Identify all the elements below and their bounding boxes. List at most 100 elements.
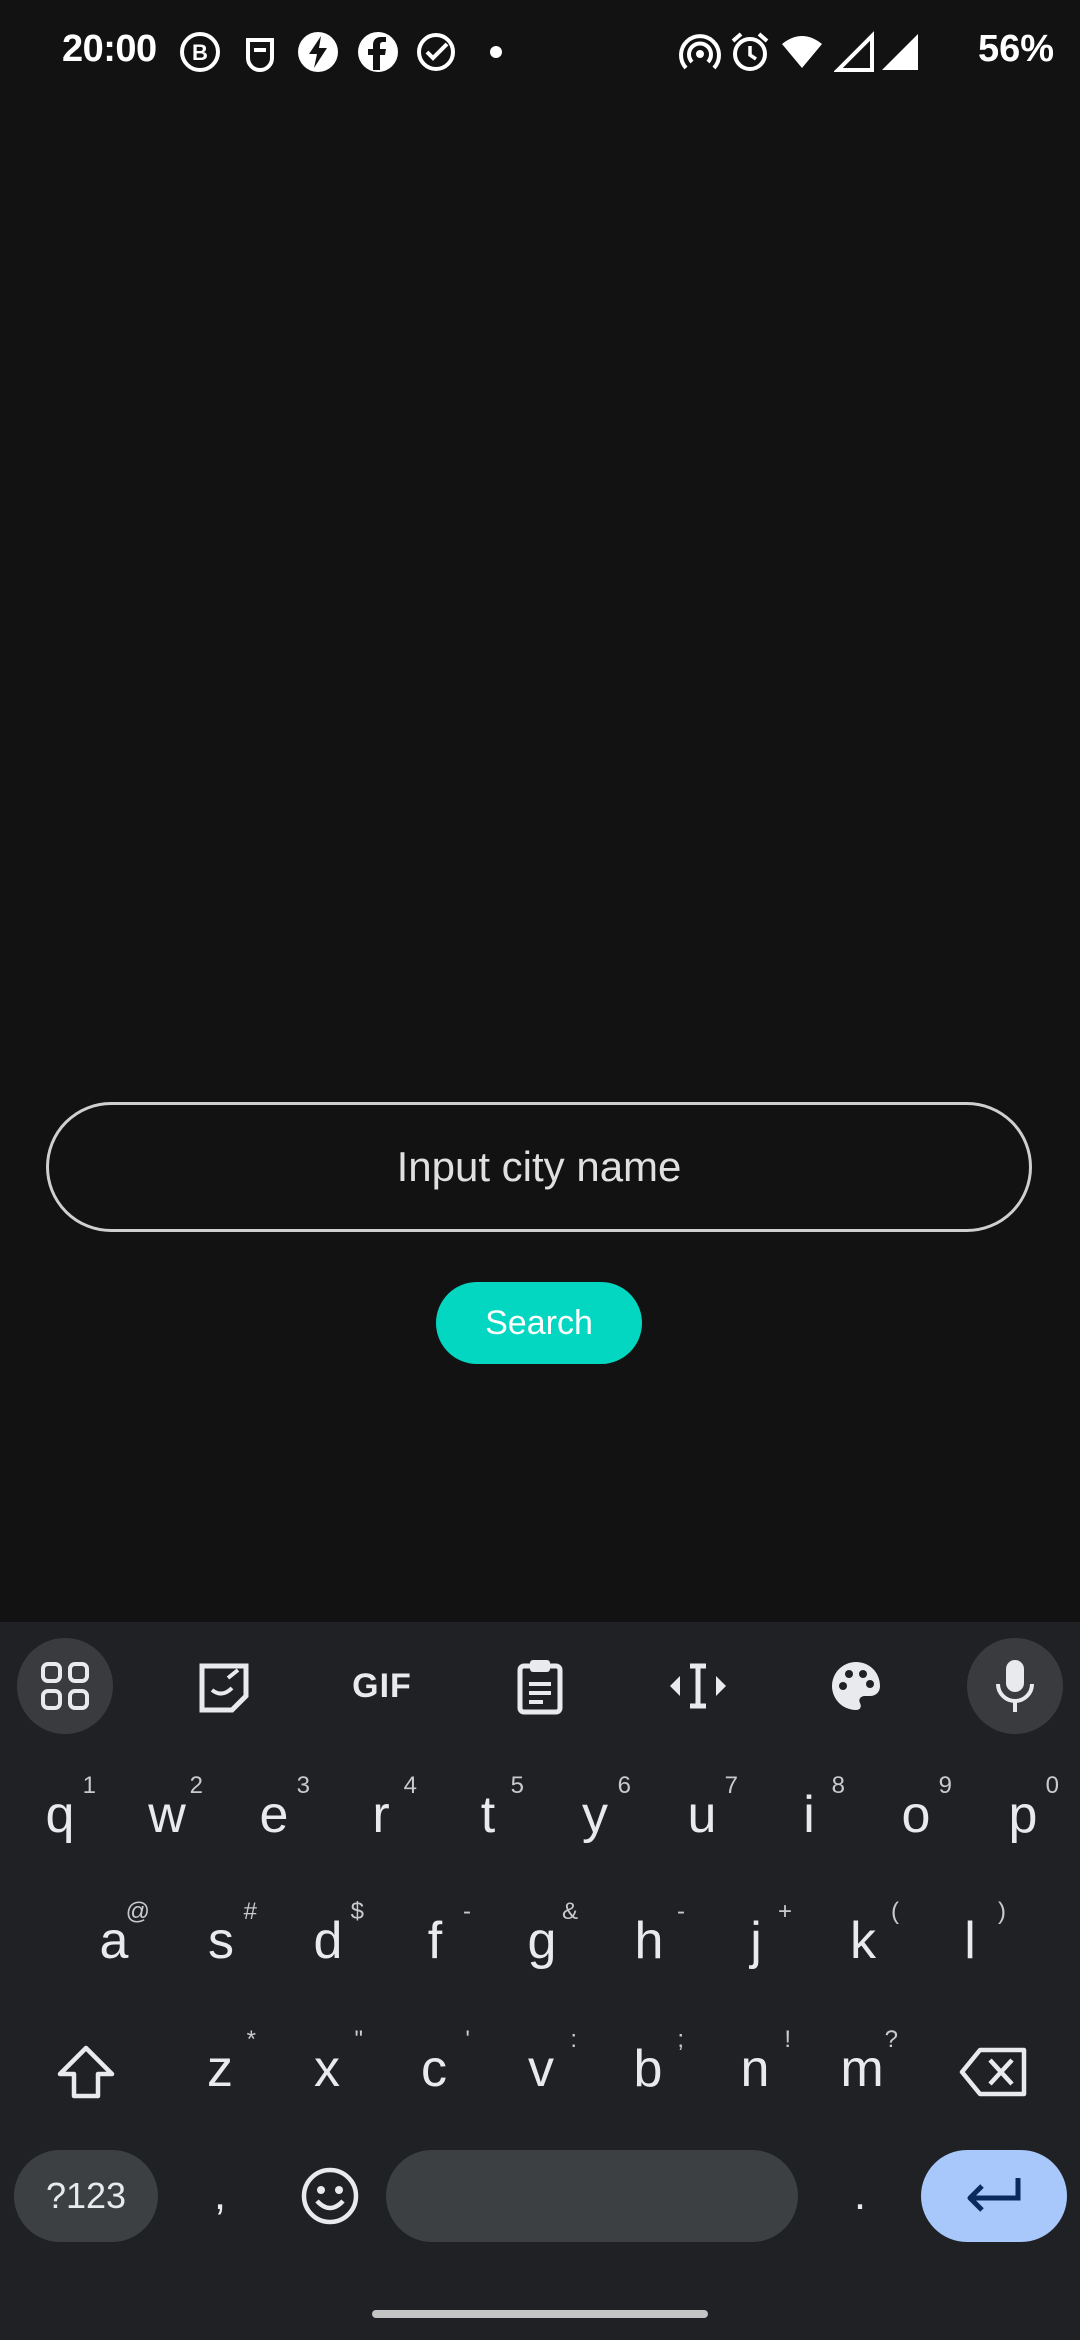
key-hint: - [463,1898,471,1925]
voice-input-button[interactable] [967,1638,1063,1734]
symbols-key[interactable]: ?123 [14,2150,158,2242]
enter-key[interactable] [921,2150,1067,2242]
key-hint: ) [998,1898,1006,1925]
key-hint: @ [125,1898,150,1925]
key-label: b [633,2040,663,2098]
period-key-label: . [853,2170,867,2219]
svg-text:B: B [192,40,208,65]
gif-button[interactable]: GIF [334,1638,430,1734]
key-v[interactable]: v: [489,2014,593,2124]
key-o[interactable]: o9 [864,1760,968,1870]
key-label: x [314,2040,340,2098]
sticker-icon [199,1663,249,1713]
palette-icon [832,1662,880,1710]
symbols-key-label: ?123 [45,2175,127,2216]
emoji-key[interactable] [282,2148,378,2244]
key-hint: 3 [296,1772,310,1799]
city-search-input[interactable] [46,1102,1032,1232]
space-key[interactable] [386,2150,798,2242]
key-label: z [207,2040,233,2098]
key-k[interactable]: k( [811,1886,915,1996]
key-p[interactable]: p0 [971,1760,1075,1870]
shift-key[interactable] [38,2020,134,2124]
key-hint: " [354,2026,363,2053]
key-q[interactable]: q1 [8,1760,112,1870]
tea-icon [246,38,274,72]
clipboard-button[interactable] [492,1638,588,1734]
key-d[interactable]: d $ [276,1886,380,1996]
key-t[interactable]: t5 [436,1760,540,1870]
key-label: f [427,1912,443,1970]
key-hint: ? [884,2026,898,2053]
key-a[interactable]: a @ [62,1886,166,1996]
b-icon: B [180,32,220,72]
facebook-icon [358,32,398,72]
key-label: k [850,1912,876,1970]
key-hint: 9 [938,1772,952,1799]
key-c[interactable]: c ' [382,2014,486,2124]
key-z[interactable]: z * [168,2014,272,2124]
key-hint: + [777,1898,792,1925]
key-label: w [148,1786,186,1844]
bolt-icon [298,32,338,72]
key-hint: - [677,1898,685,1925]
mic-icon [996,1660,1034,1712]
key-label: v [528,2040,554,2098]
key-m[interactable]: m? [810,2014,914,2124]
key-label: q [45,1786,75,1844]
cursor-control-button[interactable] [650,1638,746,1734]
gif-label: GIF [352,1666,412,1705]
status-time: 20:00 [62,28,157,70]
emoji-icon [301,2167,359,2225]
key-r[interactable]: r4 [329,1760,433,1870]
key-label: n [740,2040,770,2098]
key-s[interactable]: s # [169,1886,273,1996]
key-label: m [840,2040,884,2098]
comma-key-label: , [213,2170,227,2219]
key-hint: 7 [724,1772,738,1799]
dot-icon [490,46,502,58]
period-key[interactable]: . [808,2140,912,2250]
alarm-icon [731,32,769,71]
key-b[interactable]: b; [596,2014,700,2124]
key-y[interactable]: y6 [543,1760,647,1870]
key-label: d [313,1912,343,1970]
key-g[interactable]: g & [490,1886,594,1996]
key-hint: 0 [1045,1772,1059,1799]
key-label: h [634,1912,664,1970]
key-l[interactable]: l) [918,1886,1022,1996]
comma-key[interactable]: , [168,2140,272,2250]
enter-arrow-icon [967,2178,1021,2212]
key-label: e [259,1786,289,1844]
key-hint: * [246,2026,256,2053]
key-h[interactable]: h- [597,1886,701,1996]
key-j[interactable]: j + [704,1886,808,1996]
search-button[interactable]: Search [436,1282,642,1364]
key-w[interactable]: w2 [115,1760,219,1870]
status-bar: 20:00 B 56% [0,0,1080,104]
wifi-icon [782,36,822,68]
key-label: r [372,1786,390,1844]
keyboard-apps-button[interactable] [17,1638,113,1734]
key-i[interactable]: i8 [757,1760,861,1870]
backspace-icon [959,2047,1027,2097]
key-f[interactable]: f- [383,1886,487,1996]
key-label: l [964,1912,976,1970]
key-hint: ' [465,2026,470,2053]
key-n[interactable]: n! [703,2014,807,2124]
sticker-button[interactable] [176,1638,272,1734]
theme-button[interactable] [808,1638,904,1734]
key-hint: & [561,1898,578,1925]
key-label: u [687,1786,717,1844]
key-x[interactable]: x " [275,2014,379,2124]
shift-icon [57,2045,115,2099]
backspace-key[interactable] [942,2020,1046,2124]
key-e[interactable]: e3 [222,1760,326,1870]
key-u[interactable]: u7 [650,1760,754,1870]
gesture-navigation-handle[interactable] [372,2310,708,2318]
key-label: a [99,1912,129,1970]
key-label: y [582,1786,608,1844]
key-hint: ( [891,1898,899,1925]
check-circle-icon [417,33,455,71]
key-label: o [901,1786,931,1844]
